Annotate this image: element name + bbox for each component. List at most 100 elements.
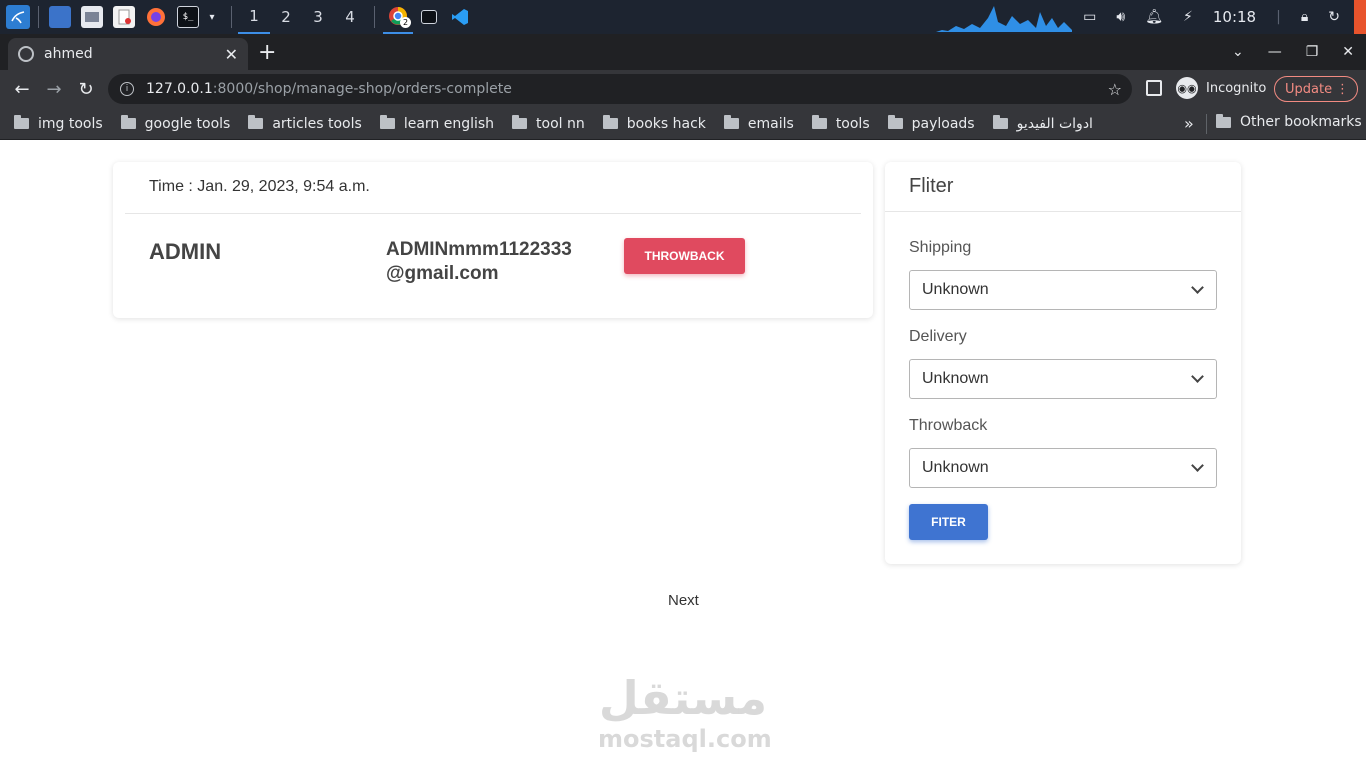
bookmarks-bar: img tools google tools articles tools le…: [0, 108, 1366, 140]
bookmark-folder[interactable]: img tools: [14, 115, 103, 132]
folder-icon: [120, 115, 136, 129]
other-bookmarks-folder[interactable]: Other bookmarks: [1216, 113, 1362, 130]
bookmark-folder[interactable]: emails: [723, 115, 794, 132]
maximize-icon[interactable]: ❐: [1306, 44, 1319, 60]
browser-toolbar: ← → ↻ i 127.0.0.1:8000/shop/manage-shop/…: [0, 70, 1366, 108]
folder-icon: [992, 115, 1008, 129]
update-label: Update: [1285, 81, 1333, 97]
firefox-icon[interactable]: [145, 6, 167, 28]
throwback-select[interactable]: Unknown: [909, 448, 1217, 488]
workspace-2[interactable]: 2: [270, 0, 302, 34]
lock-icon[interactable]: 🔒︎: [1301, 9, 1308, 25]
vscode-icon[interactable]: [449, 6, 471, 28]
bookmark-label: tool nn: [536, 115, 585, 132]
terminal-window-icon[interactable]: [421, 10, 437, 24]
order-username: ADMIN: [149, 239, 222, 264]
forward-arrow-icon[interactable]: →: [38, 79, 70, 100]
shipping-value: Unknown: [922, 281, 989, 298]
network-graph-icon: [936, 6, 1072, 32]
volume-icon[interactable]: 🔊︎: [1116, 9, 1125, 25]
bookmark-label: emails: [747, 115, 794, 132]
window-controls: ⌄ — ❐ ✕: [1220, 34, 1366, 70]
throwback-label: Throwback: [909, 417, 988, 434]
browser-tab[interactable]: ahmed ✕: [8, 38, 248, 70]
folder-icon: [811, 115, 827, 129]
workspace-1[interactable]: 1: [238, 0, 270, 34]
taskbar-separator: [374, 6, 375, 28]
watermark-latin: mostaql.com: [598, 725, 772, 753]
filter-card: Fliter Shipping Unknown Delivery Unknown…: [885, 162, 1241, 564]
chrome-window-count: 2: [400, 17, 411, 28]
workspace-4[interactable]: 4: [334, 0, 366, 34]
back-arrow-icon[interactable]: ←: [6, 79, 38, 100]
bookmark-label: img tools: [38, 115, 103, 132]
bookmark-label: payloads: [911, 115, 975, 132]
folder-icon: [887, 115, 903, 129]
power-icon[interactable]: ⚡︎: [1183, 9, 1193, 25]
bookmark-star-icon[interactable]: ☆: [1108, 80, 1122, 99]
bookmark-label: ادوات الفيديو: [1016, 115, 1093, 132]
address-bar[interactable]: i 127.0.0.1:8000/shop/manage-shop/orders…: [108, 74, 1132, 104]
taskbar-separator: [231, 6, 232, 28]
chrome-icon[interactable]: 2: [383, 0, 413, 34]
kali-menu-icon[interactable]: [6, 5, 30, 29]
bookmark-folder[interactable]: learn english: [379, 115, 494, 132]
folder-icon: [512, 115, 528, 129]
screen-icon[interactable]: ▭: [1083, 9, 1096, 25]
os-taskbar: $_ ▾ 1 2 3 4 2 ▭ 🔊︎ 🔔︎ ⚡︎ 10:18 | 🔒︎ ↻: [0, 0, 1366, 34]
restart-icon[interactable]: ↻: [1328, 9, 1340, 25]
new-tab-button[interactable]: +: [258, 40, 276, 65]
bookmark-folder[interactable]: tool nn: [512, 115, 585, 132]
close-icon[interactable]: ✕: [225, 45, 238, 64]
shipping-select[interactable]: Unknown: [909, 270, 1217, 310]
delivery-value: Unknown: [922, 370, 989, 387]
bookmark-folder[interactable]: google tools: [120, 115, 230, 132]
workspace-3[interactable]: 3: [302, 0, 334, 34]
menu-dots-icon[interactable]: ⋮: [1336, 82, 1349, 97]
incognito-indicator[interactable]: ◉◉ Incognito: [1176, 77, 1266, 99]
folder-icon: [723, 115, 739, 129]
more-bookmarks-icon[interactable]: »: [1184, 114, 1194, 133]
bookmark-folder[interactable]: ادوات الفيديو: [992, 115, 1093, 132]
tray-separator: |: [1276, 9, 1281, 25]
mostaql-watermark: مستقل mostaql.com: [598, 671, 772, 753]
clock[interactable]: 10:18: [1213, 8, 1256, 26]
folder-icon: [1216, 113, 1231, 128]
bookmark-folder[interactable]: tools: [811, 115, 870, 132]
bookmark-folder[interactable]: articles tools: [248, 115, 362, 132]
filter-submit-button[interactable]: FITER: [909, 504, 988, 540]
side-panel-icon[interactable]: [1146, 80, 1162, 96]
notification-bell-icon[interactable]: 🔔︎: [1145, 9, 1163, 25]
bookmark-folder[interactable]: payloads: [887, 115, 975, 132]
chevron-down-icon[interactable]: ▾: [201, 6, 223, 28]
bookmark-label: articles tools: [272, 115, 362, 132]
text-editor-icon[interactable]: [113, 6, 135, 28]
throwback-value: Unknown: [922, 459, 989, 476]
tab-title: ahmed: [44, 46, 93, 62]
globe-icon: [18, 46, 34, 62]
chevron-down-icon: [1191, 459, 1204, 472]
shipping-label: Shipping: [909, 239, 972, 256]
chevron-down-icon: [1191, 370, 1204, 383]
throwback-button[interactable]: THROWBACK: [624, 238, 745, 274]
site-info-icon[interactable]: i: [120, 82, 134, 96]
tab-search-icon[interactable]: ⌄: [1232, 44, 1244, 60]
order-divider: [125, 213, 861, 214]
close-window-icon[interactable]: ✕: [1342, 44, 1354, 60]
folder-icon: [248, 115, 264, 129]
terminal-icon[interactable]: $_: [177, 6, 199, 28]
minimize-icon[interactable]: —: [1268, 44, 1282, 60]
page-content: Time : Jan. 29, 2023, 9:54 a.m. ADMIN AD…: [0, 141, 1366, 768]
file-manager-icon[interactable]: [81, 6, 103, 28]
delivery-select[interactable]: Unknown: [909, 359, 1217, 399]
kali-corner-icon[interactable]: [1354, 0, 1366, 34]
desktop-icon[interactable]: [49, 6, 71, 28]
url-host: 127.0.0.1: [146, 81, 213, 97]
bookmark-folder[interactable]: books hack: [602, 115, 706, 132]
reload-icon[interactable]: ↻: [70, 79, 102, 100]
next-page-link[interactable]: Next: [668, 592, 699, 609]
folder-icon: [14, 115, 29, 129]
folder-icon: [602, 115, 618, 129]
update-button[interactable]: Update ⋮: [1274, 76, 1358, 102]
filter-title: Fliter: [909, 175, 954, 197]
